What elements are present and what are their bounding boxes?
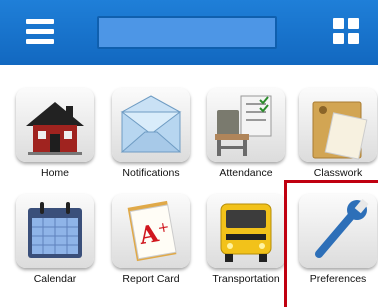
notifications-tile[interactable]: Notifications bbox=[106, 88, 196, 188]
tile-label: Report Card bbox=[122, 273, 180, 285]
tile-label: Attendance bbox=[219, 167, 273, 179]
school-bus-icon bbox=[207, 194, 285, 268]
classwork-tile[interactable]: Classwork bbox=[293, 88, 378, 188]
tile-label: Home bbox=[40, 167, 69, 179]
tile-label: Classwork bbox=[313, 167, 363, 179]
classwork-folder-icon bbox=[299, 88, 377, 162]
attendance-icon bbox=[207, 88, 285, 162]
attendance-tile[interactable]: Attendance bbox=[201, 88, 291, 188]
top-bar bbox=[0, 0, 378, 65]
tile-label: Calendar bbox=[33, 273, 77, 285]
home-tile[interactable]: Home bbox=[10, 88, 100, 188]
envelope-icon bbox=[112, 88, 190, 162]
calendar-tile[interactable]: Calendar bbox=[10, 194, 100, 294]
grid-apps-icon[interactable] bbox=[333, 18, 361, 46]
preferences-tile[interactable]: Preferences bbox=[293, 194, 378, 294]
search-field[interactable] bbox=[97, 16, 277, 49]
calendar-icon bbox=[16, 194, 94, 268]
transportation-tile[interactable]: Transportation bbox=[201, 194, 291, 294]
tile-label: Transportation bbox=[212, 273, 280, 285]
report-card-tile[interactable]: A + Report Card bbox=[106, 194, 196, 294]
tile-label: Notifications bbox=[122, 167, 180, 179]
home-icon bbox=[16, 88, 94, 162]
report-card-icon: A + bbox=[112, 194, 190, 268]
wrench-icon bbox=[299, 194, 377, 268]
tile-label: Preferences bbox=[309, 273, 367, 285]
hamburger-menu-icon[interactable] bbox=[22, 17, 58, 47]
